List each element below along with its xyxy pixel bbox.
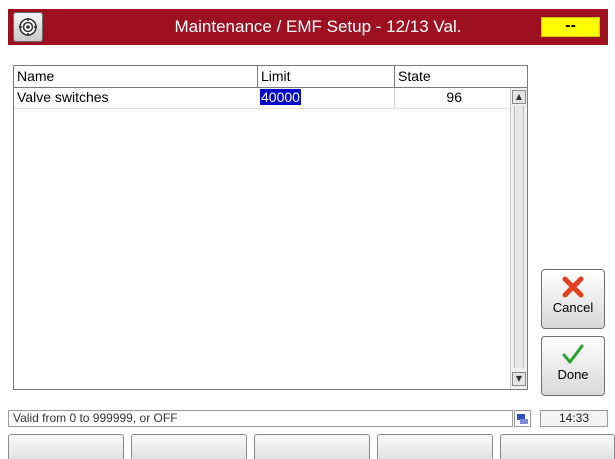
page-title: Maintenance / EMF Setup - 12/13 Val. [174,17,462,36]
column-header-limit[interactable]: Limit [257,66,394,87]
scroll-down-icon[interactable]: ▼ [512,372,526,386]
limit-value-selected[interactable]: 40000 [260,89,301,105]
scroll-thumb[interactable] [514,106,524,368]
column-header-name[interactable]: Name [14,66,257,87]
row-name-cell[interactable]: Valve switches [14,88,257,108]
cancel-button-label: Cancel [552,300,594,315]
cancel-button[interactable]: Cancel [541,269,605,329]
gear-icon[interactable] [13,12,43,42]
checkmark-icon [562,344,584,364]
x-icon [562,276,584,298]
done-button-label: Done [557,367,589,382]
softkey-1[interactable] [8,434,124,459]
title-bar: Maintenance / EMF Setup - 12/13 Val. -- [8,9,608,45]
maintenance-table: Name Limit State Valve switches 40000 96… [13,65,528,390]
row-state-cell: 96 [394,88,510,108]
vertical-scrollbar[interactable]: ▲ ▼ [510,88,527,389]
table-row[interactable]: Valve switches 40000 96 [14,88,510,109]
row-limit-cell[interactable]: 40000 [257,88,394,108]
done-button[interactable]: Done [541,336,605,396]
column-header-state[interactable]: State [394,66,527,87]
network-icon [514,410,531,427]
softkey-2[interactable] [131,434,247,459]
softkey-4[interactable] [377,434,493,459]
clock: 14:33 [540,410,608,427]
softkey-3[interactable] [254,434,370,459]
scroll-up-icon[interactable]: ▲ [512,90,526,104]
softkey-5[interactable] [500,434,615,459]
table-header: Name Limit State [14,66,527,88]
status-message: Valid from 0 to 999999, or OFF [8,410,513,427]
status-indicator: -- [541,17,600,37]
row-divider [14,108,510,109]
